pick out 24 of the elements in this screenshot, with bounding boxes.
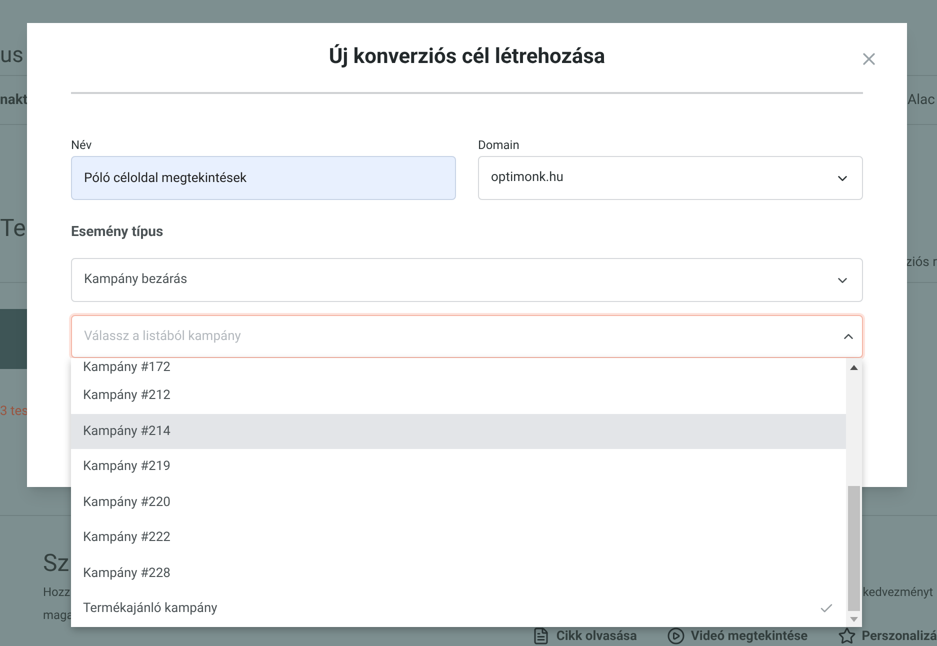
card-title: Sz (43, 548, 70, 579)
scroll-down-arrow-icon[interactable] (850, 617, 858, 622)
column-header: ziós r (906, 254, 937, 272)
card-text: Hozz (43, 584, 70, 601)
thumbnail-placeholder (0, 309, 27, 369)
star-icon (838, 627, 856, 646)
scroll-up-arrow-icon[interactable] (850, 365, 858, 370)
domain-select[interactable]: optimonk.hu (478, 156, 863, 200)
dialog-title: Új konverziós cél létrehozása (328, 43, 606, 71)
field-label: Név (71, 137, 93, 154)
dropdown-option[interactable]: Kampány #214 (71, 414, 846, 449)
page-heading: us (0, 42, 24, 70)
section-label: Esemény típus (71, 223, 164, 242)
section-title: Te (0, 213, 26, 244)
scrollbar[interactable] (846, 358, 862, 627)
dropdown-option[interactable]: Kampány #172 (71, 358, 846, 378)
field-label: Domain (478, 137, 520, 154)
document-icon (532, 627, 550, 646)
event-type-select[interactable]: Kampány bezárás (71, 258, 863, 302)
dropdown-option[interactable]: Termékajánló kampány (71, 591, 846, 626)
card-text: kedvezményt (862, 584, 934, 601)
name-input[interactable]: Póló céloldal megtekintések (71, 156, 456, 200)
campaign-search-input[interactable]: Válassz a listából kampány (71, 315, 863, 358)
play-icon (666, 627, 685, 646)
